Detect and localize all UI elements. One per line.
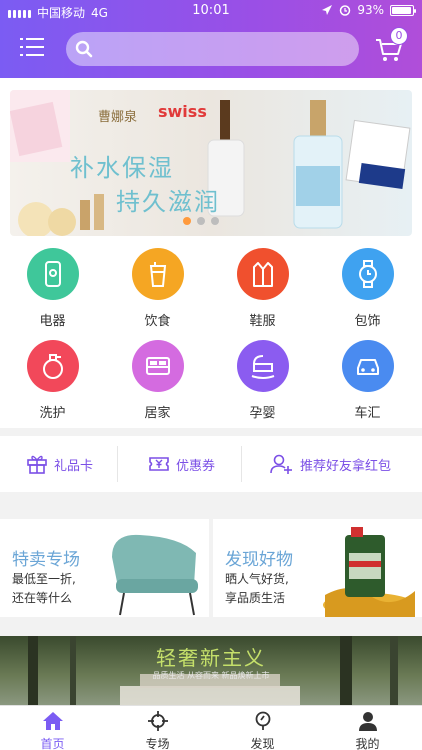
battery-percent: 93% [357,3,384,17]
promo-subtitle: 晒人气好货, [225,572,289,586]
category-label: 鞋服 [249,314,276,329]
cart-count-badge: 0 [390,27,408,45]
tab-label: 首页 [40,737,65,750]
menu-button[interactable] [20,35,46,59]
category-baby[interactable]: 孕婴 [210,340,315,421]
cradle-icon [236,340,289,392]
category-label: 电器 [39,314,66,329]
user-icon [358,712,377,731]
phone-icon [26,248,79,300]
tab-mine[interactable]: 我的 [315,706,420,750]
category-clothing[interactable]: 鞋服 [210,248,315,329]
banner-brand: 曹娜泉 [98,110,138,125]
category-auto[interactable]: 车汇 [315,340,420,421]
divider [117,446,118,482]
tab-special[interactable]: 专场 [105,706,210,750]
spray-bottle-icon [26,340,79,392]
banner-brand-en: swiss [158,102,207,121]
clothing-icon [236,248,289,300]
category-grid: 电器 饮食 鞋服 包饰 洗护 居家 孕婴 车汇 [0,238,422,428]
motor-oil-image [323,527,415,617]
refer-friend-link[interactable]: 推荐好友拿红包 [270,436,391,492]
search-icon [75,40,93,58]
discover-icon [255,711,270,730]
coupon-icon [149,457,169,471]
bottom-promo-banner[interactable]: 轻奢新主义 品质生活 从容而来 新品焕新上市 [0,636,422,708]
watch-icon [341,248,394,300]
carousel-indicator [183,217,219,225]
category-care[interactable]: 洗护 [0,340,105,421]
carousel-dot[interactable] [211,217,219,225]
app-header: 中国移动 4G 10:01 93% 0 [0,0,422,78]
category-food[interactable]: 饮食 [105,248,210,329]
promo-banner[interactable]: 曹娜泉 swiss 补水保湿 持久滋润 [0,78,422,238]
promo-subtitle: 最低至一折, [12,572,76,586]
chair-image [112,534,198,616]
status-bar: 中国移动 4G 10:01 93% [0,0,422,22]
gift-card-link[interactable]: 礼品卡 [26,436,93,492]
tab-home[interactable]: 首页 [0,706,105,750]
promo-title: 发现好物 [225,550,293,570]
location-icon [322,5,333,15]
carousel-dot[interactable] [197,217,205,225]
bed-icon [131,340,184,392]
promo-subtitle: 享品质生活 [225,591,286,605]
category-label: 包饰 [354,314,381,329]
divider [241,446,242,482]
home-icon [42,712,63,730]
menu-icon [20,38,44,56]
refer-friend-label: 推荐好友拿红包 [300,458,392,474]
category-label: 饮食 [144,314,171,329]
bottom-tab-bar: 首页 专场 发现 我的 [0,705,422,750]
banner-headline-2: 持久滋润 [116,188,220,216]
promo-card-flash-sale[interactable]: 特卖专场 最低至一折, 还在等什么 [0,519,209,617]
target-icon [147,711,168,731]
tab-discover[interactable]: 发现 [210,706,315,750]
category-label: 车汇 [354,406,381,421]
tab-label: 我的 [355,737,380,750]
quick-links-bar: 礼品卡 优惠券 推荐好友拿红包 [0,436,422,492]
add-friend-icon [270,454,292,474]
gift-card-label: 礼品卡 [54,458,94,474]
battery-icon [390,4,416,16]
car-icon [341,340,394,392]
bottom-banner-subtitle: 品质生活 从容而来 新品焕新上市 [152,671,270,680]
alarm-icon [340,5,351,16]
banner-headline-1: 补水保湿 [70,154,174,182]
category-label: 居家 [144,406,171,421]
bottom-banner-title: 轻奢新主义 [156,646,266,670]
tab-label: 发现 [250,737,275,750]
promo-title: 特卖专场 [12,550,80,570]
category-home[interactable]: 居家 [105,340,210,421]
coupon-label: 优惠券 [176,458,216,474]
carousel-dot[interactable] [183,217,191,225]
category-appliances[interactable]: 电器 [0,248,105,329]
tab-label: 专场 [145,737,170,750]
banner-slide[interactable]: 曹娜泉 swiss 补水保湿 持久滋润 [10,90,412,236]
promo-card-discover[interactable]: 发现好物 晒人气好货, 享品质生活 [213,519,422,617]
category-label: 孕婴 [249,406,276,421]
category-accessories[interactable]: 包饰 [315,248,420,329]
gift-icon [27,455,47,474]
search-input[interactable] [100,38,350,60]
search-bar[interactable] [66,32,359,66]
category-label: 洗护 [39,406,66,421]
promo-subtitle: 还在等什么 [12,591,73,605]
coupon-link[interactable]: 优惠券 [148,436,215,492]
drink-icon [131,248,184,300]
